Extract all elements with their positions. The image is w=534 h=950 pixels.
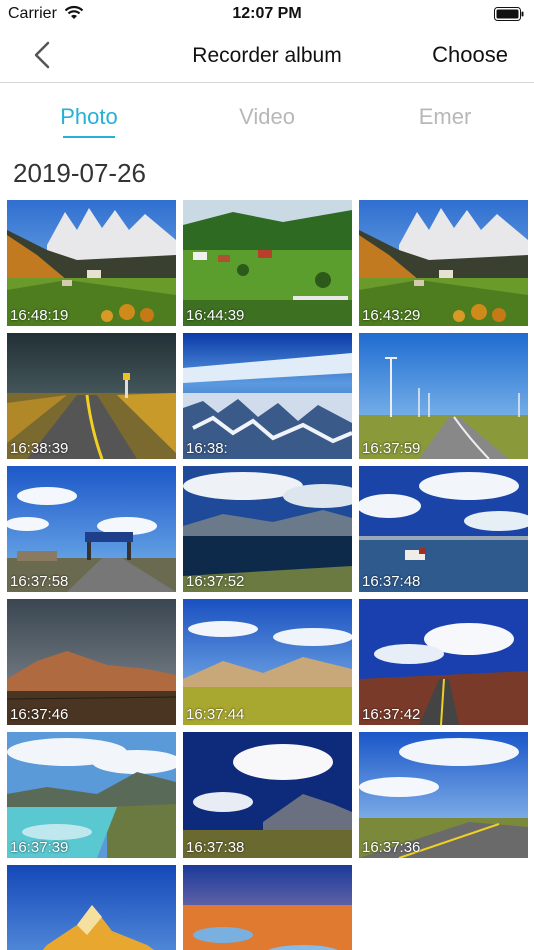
photo-thumbnail[interactable]: 16:37:46 [7, 599, 176, 725]
photo-thumbnail[interactable]: 16:44:39 [183, 200, 352, 326]
photo-timestamp: 16:37:46 [10, 706, 69, 723]
photo-thumbnail[interactable]: 16:37:38 [183, 732, 352, 858]
photo-thumbnail[interactable]: 16:38:39 [7, 333, 176, 459]
photo-timestamp: 16:37:36 [362, 839, 421, 856]
navigation-bar: Recorder album Choose [0, 28, 534, 83]
photo-timestamp: 16:38:39 [10, 440, 69, 457]
photo-image [183, 865, 352, 950]
photo-thumbnail[interactable]: 16:43:29 [359, 200, 528, 326]
photo-timestamp: 16:48:19 [10, 307, 69, 324]
photo-timestamp: 16:43:29 [362, 307, 421, 324]
photo-thumbnail[interactable]: 16:37:39 [7, 732, 176, 858]
status-bar: Carrier 12:07 PM [0, 0, 534, 28]
choose-button[interactable]: Choose [432, 42, 508, 68]
tab-emer-label: Emer [418, 104, 472, 129]
photo-timestamp: 16:37:38 [186, 839, 245, 856]
battery-icon [494, 7, 524, 21]
photo-thumbnail[interactable]: 16:37:42 [359, 599, 528, 725]
photo-timestamp: 16:44:39 [186, 307, 245, 324]
photo-timestamp: 16:37:52 [186, 573, 245, 590]
photo-thumbnail[interactable]: 16:48:19 [7, 200, 176, 326]
photo-thumbnail[interactable]: 16:37:52 [183, 466, 352, 592]
tab-emer[interactable]: Emer [356, 104, 534, 130]
section-date: 2019-07-26 [13, 158, 146, 188]
photo-image [7, 865, 176, 950]
active-tab-indicator [63, 136, 115, 138]
clock: 12:07 PM [232, 5, 302, 22]
photo-timestamp: 16:37:58 [10, 573, 69, 590]
photo-thumbnail[interactable] [7, 865, 176, 950]
photo-thumbnail[interactable]: 16:38: [183, 333, 352, 459]
tab-bar: Photo Video Emer [0, 96, 534, 140]
photo-thumbnail[interactable]: 16:37:58 [7, 466, 176, 592]
tab-video[interactable]: Video [178, 104, 356, 130]
tab-video-label: Video [239, 104, 295, 129]
tab-photo[interactable]: Photo [0, 104, 178, 138]
photo-thumbnail[interactable]: 16:37:48 [359, 466, 528, 592]
photo-timestamp: 16:37:44 [186, 706, 245, 723]
photo-thumbnail[interactable] [183, 865, 352, 950]
photo-timestamp: 16:37:59 [362, 440, 421, 457]
photo-thumbnail[interactable]: 16:37:44 [183, 599, 352, 725]
tab-photo-label: Photo [60, 104, 118, 129]
photo-timestamp: 16:37:42 [362, 706, 421, 723]
photo-thumbnail[interactable]: 16:37:36 [359, 732, 528, 858]
photo-timestamp: 16:37:48 [362, 573, 421, 590]
photo-timestamp: 16:38: [186, 440, 228, 457]
photo-thumbnail[interactable]: 16:37:59 [359, 333, 528, 459]
photo-timestamp: 16:37:39 [10, 839, 69, 856]
